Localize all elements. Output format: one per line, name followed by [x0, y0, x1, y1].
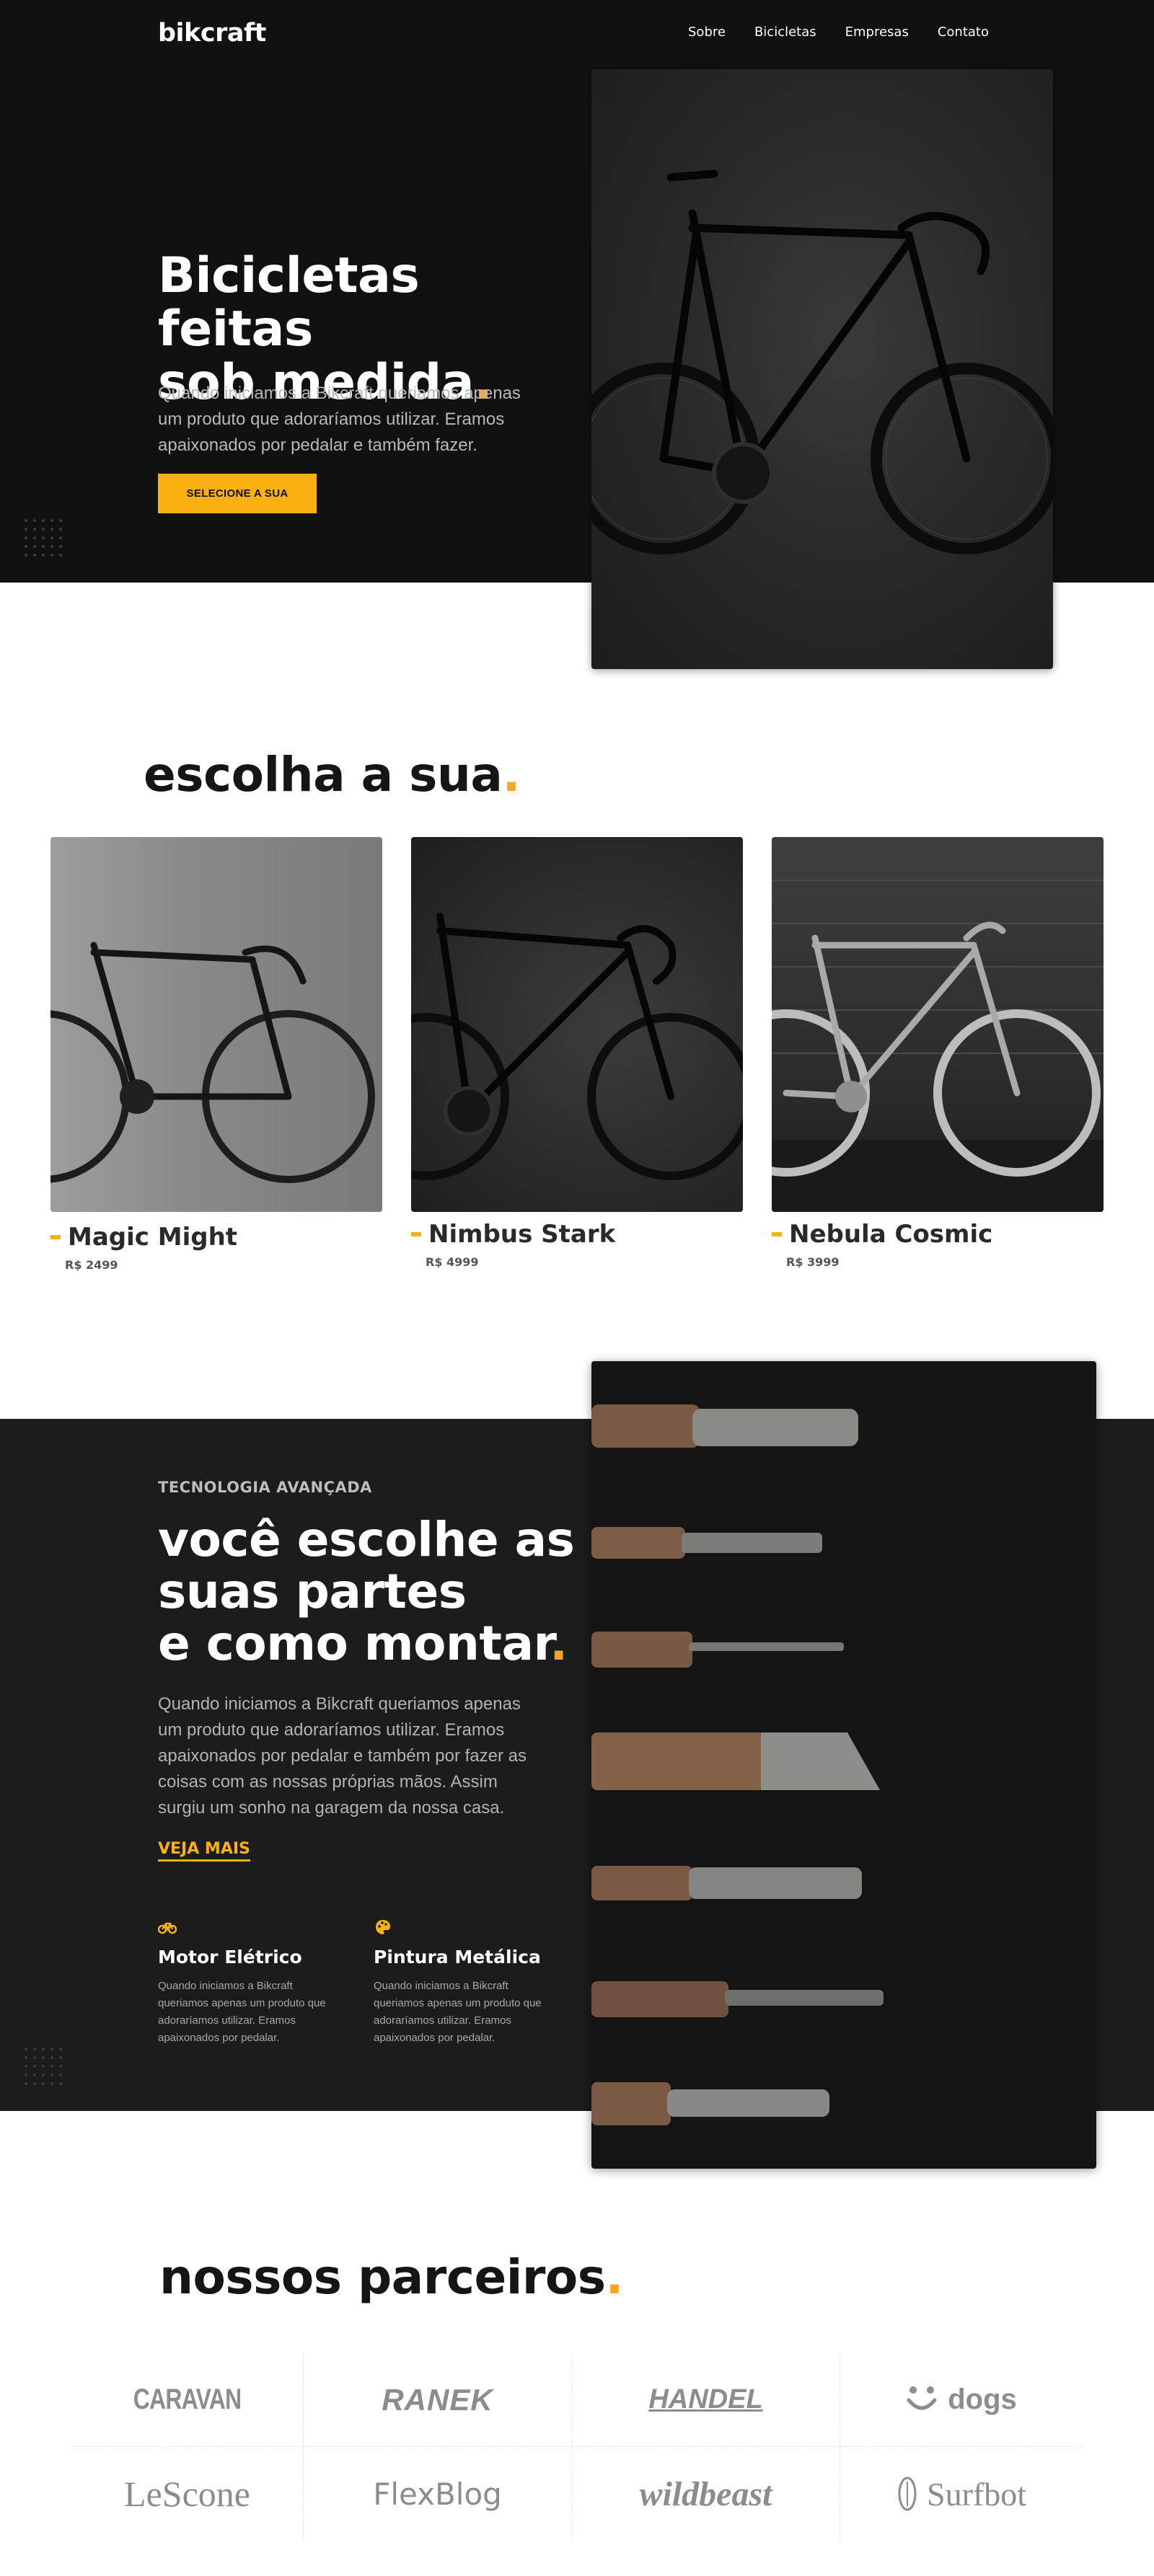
bike-name-nebula-cosmic[interactable]: Nebula Cosmic: [772, 1220, 992, 1249]
hero-bike-image: [591, 69, 1053, 669]
title-dot: .: [502, 747, 521, 802]
technology-eyebrow: TECNOLOGIA AVANÇADA: [158, 1479, 372, 1496]
tools-image: [591, 1361, 1096, 2169]
title-dot: .: [550, 1616, 568, 1671]
bike-card-image-nebula-cosmic[interactable]: [772, 837, 1104, 1212]
bike-price: R$ 3999: [786, 1255, 840, 1269]
partner-logo-text: CARAVAN: [133, 2384, 242, 2415]
partner-logo-lescone[interactable]: LeScone: [71, 2447, 304, 2541]
bike-name-text: Nimbus Stark: [428, 1220, 616, 1249]
bike-price: R$ 4999: [426, 1255, 479, 1269]
feature-text: Quando iniciamos a Bikcraft queriamos ap…: [374, 1980, 542, 2044]
partner-logo-ranek[interactable]: RANEK: [304, 2353, 572, 2447]
partners-grid: CARAVAN RANEK HANDEL dogs LeScone FlexBl…: [71, 2353, 1083, 2541]
surfboard-icon: [898, 2477, 917, 2511]
technology-description: Quando iniciamos a Bikcraft queriamos ap…: [158, 1694, 527, 1818]
partner-logo-wildbeast[interactable]: wildbeast: [572, 2447, 840, 2541]
nav-link-contato[interactable]: Contato: [938, 25, 989, 40]
select-bike-button[interactable]: SELECIONE A SUA: [158, 474, 317, 513]
main-nav: Sobre Bicicletas Empresas Contato: [688, 25, 989, 40]
bike-card-image-nimbus-stark[interactable]: [411, 837, 743, 1212]
partner-logo-handel[interactable]: HANDEL: [572, 2353, 840, 2447]
bike-name-magic-might[interactable]: Magic Might: [50, 1223, 237, 1252]
feature-motor: Motor Elétrico Quando iniciamos a Bikcra…: [157, 1918, 345, 2047]
bike-name-text: Nebula Cosmic: [789, 1220, 993, 1249]
nav-link-sobre[interactable]: Sobre: [688, 25, 726, 40]
partners-section-title: nossos parceiros.: [159, 2249, 624, 2305]
partner-logo-text: HANDEL: [648, 2384, 763, 2415]
partner-logo-text: FlexBlog: [373, 2476, 502, 2512]
feature-title: Motor Elétrico: [158, 1947, 302, 1968]
bike-name-text: Magic Might: [68, 1223, 238, 1252]
logo[interactable]: bikcraft: [158, 19, 266, 48]
technology-title-line3: e como montar: [158, 1616, 550, 1671]
technology-title-line2: suas partes: [158, 1564, 467, 1619]
bikes-section-title: escolha a sua.: [144, 747, 521, 802]
partner-logo-caravan[interactable]: CARAVAN: [71, 2353, 304, 2447]
bikes-section-title-text: escolha a sua: [144, 747, 503, 802]
decorative-dots: [25, 2048, 62, 2085]
partner-logo-text: Surfbot: [927, 2475, 1026, 2513]
decorative-dots: [25, 519, 62, 557]
feature-text: Quando iniciamos a Bikcraft queriamos ap…: [158, 1980, 326, 2044]
bike-card-image-magic-might[interactable]: [50, 837, 382, 1212]
partner-logo-text: wildbeast: [639, 2474, 772, 2513]
dog-face-icon: [907, 2386, 937, 2409]
technology-title: você escolhe as suas partes e como monta…: [158, 1514, 591, 1670]
title-dot: .: [605, 2249, 624, 2305]
bike-name-nimbus-stark[interactable]: Nimbus Stark: [411, 1220, 615, 1249]
partners-section-title-text: nossos parceiros: [159, 2249, 606, 2305]
feature-pintura: Pintura Metálica Quando iniciamos a Bikc…: [374, 1918, 561, 2047]
hero-title-line1: Bicicletas feitas: [158, 247, 420, 358]
nav-link-bicicletas[interactable]: Bicicletas: [754, 25, 816, 40]
partner-logo-text: LeScone: [124, 2474, 250, 2514]
partner-logo-text: dogs: [948, 2384, 1017, 2415]
feature-title: Pintura Metálica: [374, 1947, 541, 1968]
see-more-link[interactable]: VEJA MAIS: [158, 1840, 250, 1862]
bike-price: R$ 2499: [65, 1258, 118, 1272]
partner-logo-flexblog[interactable]: FlexBlog: [304, 2447, 572, 2541]
technology-title-line1: você escolhe as: [158, 1512, 575, 1567]
palette-icon: [376, 1920, 390, 1934]
bike-icon: [157, 1922, 177, 1934]
hero-description: Quando iniciamos a Bikcraft queriamos ap…: [158, 384, 521, 455]
partner-logo-surfbot[interactable]: Surfbot: [840, 2447, 1083, 2541]
nav-link-empresas[interactable]: Empresas: [845, 25, 909, 40]
partner-logo-text: RANEK: [382, 2382, 493, 2417]
partner-logo-dogs[interactable]: dogs: [840, 2353, 1083, 2447]
